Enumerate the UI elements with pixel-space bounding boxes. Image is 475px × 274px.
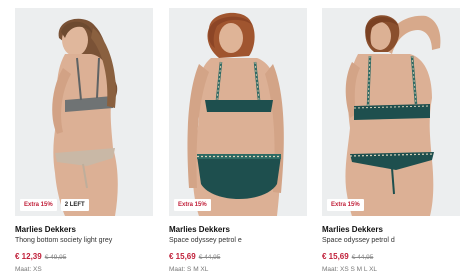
product-name[interactable]: Space odyssey petrol e	[169, 236, 307, 246]
original-price: € 44,95	[351, 254, 374, 261]
original-price: € 49,95	[44, 254, 67, 261]
product-image[interactable]: Extra 15%	[169, 8, 307, 216]
product-image[interactable]: Extra 15%	[322, 8, 460, 216]
original-price: € 44,95	[198, 254, 221, 261]
available-sizes: Maat: XS S M L XL	[322, 266, 378, 273]
product-card[interactable]: Extra 15% Marlies Dekkers Space odyssey …	[322, 8, 460, 274]
price-row: € 15,69 € 44,95	[169, 250, 307, 263]
discount-badge: Extra 15%	[20, 199, 57, 211]
discount-badge: Extra 15%	[174, 199, 211, 211]
product-brand[interactable]: Marlies Dekkers	[15, 224, 153, 235]
badge-group: Extra 15%	[174, 199, 211, 211]
product-info: Marlies Dekkers Space odyssey petrol e €…	[169, 216, 307, 274]
product-brand[interactable]: Marlies Dekkers	[169, 224, 307, 235]
product-card[interactable]: Extra 15% Marlies Dekkers Space odyssey …	[169, 8, 307, 274]
price-row: € 12,39 € 49,95	[15, 250, 153, 263]
product-image[interactable]: Extra 15% 2 LEFT	[15, 8, 153, 216]
price-row: € 15,69 € 44,95	[322, 250, 460, 263]
product-card[interactable]: Extra 15% 2 LEFT Marlies Dekkers Thong b…	[15, 8, 153, 274]
product-photo-model-grey	[15, 8, 153, 216]
product-info: Marlies Dekkers Space odyssey petrol d €…	[322, 216, 460, 274]
product-photo-model-petrol-thong	[322, 8, 460, 216]
product-grid: Extra 15% 2 LEFT Marlies Dekkers Thong b…	[0, 0, 475, 273]
product-name[interactable]: Thong bottom society light grey	[15, 236, 153, 246]
available-sizes: Maat: XS	[15, 266, 42, 273]
product-brand[interactable]: Marlies Dekkers	[322, 224, 460, 235]
sale-price: € 15,69	[169, 252, 196, 261]
badge-group: Extra 15% 2 LEFT	[20, 199, 89, 211]
badge-group: Extra 15%	[327, 199, 364, 211]
product-info: Marlies Dekkers Thong bottom society lig…	[15, 216, 153, 274]
product-name[interactable]: Space odyssey petrol d	[322, 236, 460, 246]
available-sizes: Maat: S M XL	[169, 266, 209, 273]
product-photo-model-petrol-brief	[169, 8, 307, 216]
sale-price: € 15,69	[322, 252, 349, 261]
sale-price: € 12,39	[15, 252, 42, 261]
discount-badge: Extra 15%	[327, 199, 364, 211]
stock-badge: 2 LEFT	[60, 199, 89, 211]
